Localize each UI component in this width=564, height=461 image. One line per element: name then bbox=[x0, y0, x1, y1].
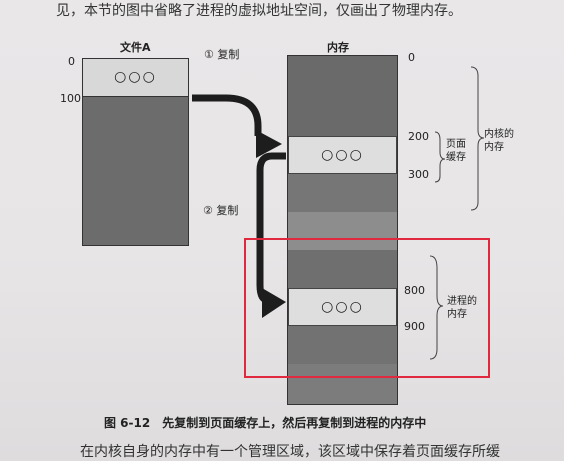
bottom-text: 在内核自身的内存中有一个管理区域，该区域中保存着页面缓存所缓 bbox=[80, 444, 500, 460]
figure-caption: 图 6-12 先复制到页面缓存上，然后再复制到进程的内存中 bbox=[104, 416, 427, 430]
step2-label: ② 复制 bbox=[203, 204, 239, 217]
arrows bbox=[192, 94, 286, 318]
arrow-step1 bbox=[192, 94, 262, 136]
highlight-box bbox=[244, 238, 490, 378]
step1-label: ① 复制 bbox=[204, 48, 240, 61]
